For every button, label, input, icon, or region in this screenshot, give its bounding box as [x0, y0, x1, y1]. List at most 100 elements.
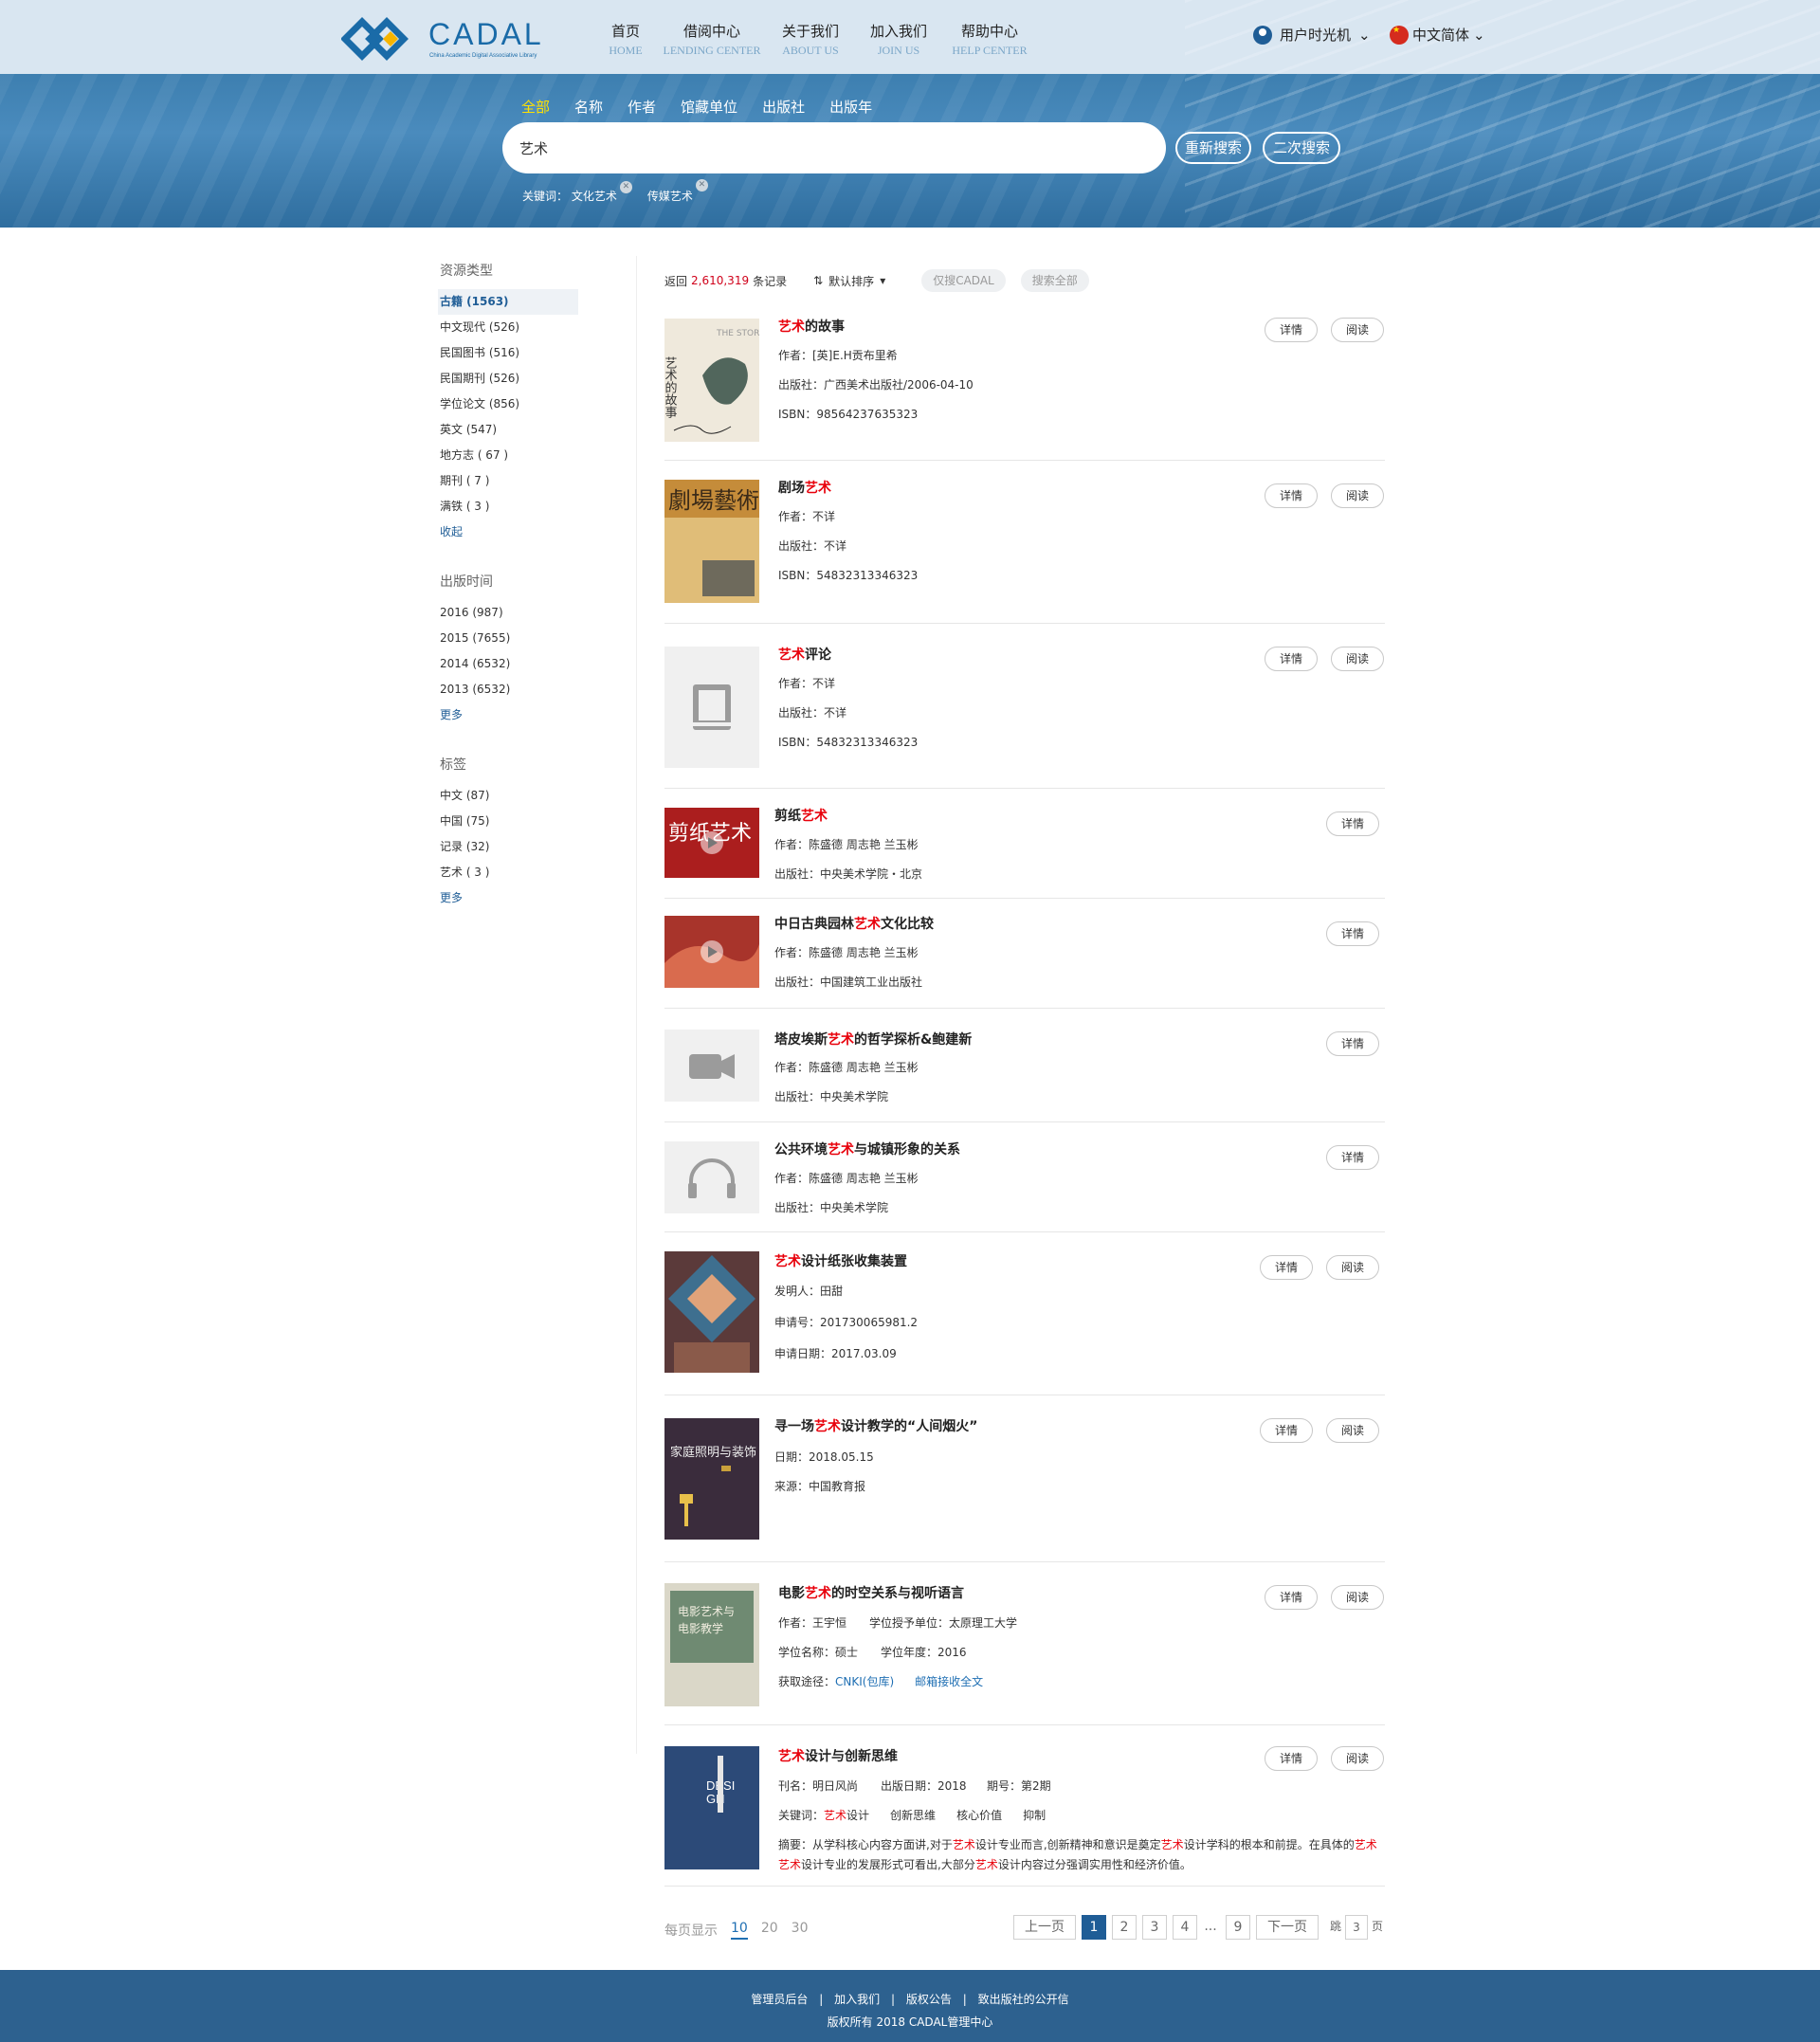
article-image[interactable]: 家庭照明与装饰: [664, 1418, 759, 1540]
user-menu[interactable]: 用户时光机 ⌄: [1253, 25, 1371, 45]
filter-item[interactable]: 中文现代 (526): [438, 315, 628, 340]
page-size-option[interactable]: 20: [761, 1921, 778, 1940]
filter-item[interactable]: 地方志 ( 67 ): [438, 443, 628, 468]
filter-item[interactable]: 中文 (87): [438, 783, 628, 809]
book-cover-placeholder[interactable]: [664, 647, 759, 768]
detail-button[interactable]: 详情: [1265, 318, 1318, 342]
item-title[interactable]: 电影艺术的时空关系与视听语言: [778, 1583, 964, 1602]
search-tab-all[interactable]: 全部: [521, 97, 550, 117]
email-fulltext-link[interactable]: 邮箱接收全文: [915, 1675, 983, 1688]
detail-button[interactable]: 详情: [1260, 1255, 1313, 1280]
research-button[interactable]: 重新搜索: [1175, 132, 1251, 164]
read-button[interactable]: 阅读: [1326, 1418, 1379, 1443]
item-title[interactable]: 塔皮埃斯艺术的哲学探析&鲍建新: [774, 1030, 972, 1048]
nav-lending-center[interactable]: 借阅中心 LENDING CENTER: [660, 21, 764, 58]
secondary-search-button[interactable]: 二次搜索: [1263, 132, 1340, 164]
close-icon[interactable]: ✕: [619, 181, 632, 193]
page-size-option[interactable]: 10: [731, 1921, 748, 1940]
footer-link-admin[interactable]: 管理员后台: [751, 1993, 808, 2006]
detail-button[interactable]: 详情: [1260, 1418, 1313, 1443]
item-title[interactable]: 中日古典园林艺术文化比较: [774, 914, 934, 933]
page-size-option[interactable]: 30: [792, 1921, 809, 1940]
thesis-cover[interactable]: 电影艺术与 电影教学: [664, 1583, 759, 1706]
search-tab-year[interactable]: 出版年: [829, 97, 872, 117]
item-title[interactable]: 公共环境艺术与城镇形象的关系: [774, 1140, 960, 1158]
prev-page-button[interactable]: 上一页: [1013, 1915, 1076, 1940]
filter-item[interactable]: 民国图书 (516): [438, 340, 628, 366]
read-button[interactable]: 阅读: [1331, 647, 1384, 671]
book-cover[interactable]: 艺术的故事 THE STORY: [664, 319, 759, 442]
video-thumbnail[interactable]: [664, 916, 759, 988]
more-link[interactable]: 更多: [438, 702, 628, 728]
video-thumbnail[interactable]: 剪纸艺术: [664, 808, 759, 878]
filter-item[interactable]: 满铁 ( 3 ): [438, 494, 628, 520]
read-button[interactable]: 阅读: [1326, 1255, 1379, 1280]
detail-button[interactable]: 详情: [1265, 1746, 1318, 1771]
filter-item[interactable]: 2013 (6532): [438, 677, 628, 702]
read-button[interactable]: 阅读: [1331, 1585, 1384, 1610]
filter-item[interactable]: 记录 (32): [438, 834, 628, 860]
page-2[interactable]: 2: [1112, 1915, 1137, 1940]
cadal-logo[interactable]: CADAL China Academic Digital Associative…: [340, 15, 555, 63]
nav-help-center[interactable]: 帮助中心 HELP CENTER: [948, 21, 1031, 58]
footer-link-copyright[interactable]: 版权公告: [906, 1993, 952, 2006]
item-title[interactable]: 艺术的故事: [778, 317, 845, 336]
read-button[interactable]: 阅读: [1331, 318, 1384, 342]
filter-item[interactable]: 2016 (987): [438, 600, 628, 626]
item-title[interactable]: 剧场艺术: [778, 478, 831, 497]
detail-button[interactable]: 详情: [1326, 921, 1379, 946]
filter-item[interactable]: 英文 (547): [438, 417, 628, 443]
nav-join-us[interactable]: 加入我们 JOIN US: [864, 21, 933, 58]
audio-placeholder[interactable]: [664, 1141, 759, 1213]
detail-button[interactable]: 详情: [1326, 1145, 1379, 1170]
item-title[interactable]: 艺术设计与创新思维: [778, 1746, 898, 1765]
search-tab-title[interactable]: 名称: [574, 97, 603, 117]
page-9[interactable]: 9: [1226, 1915, 1250, 1940]
read-button[interactable]: 阅读: [1331, 1746, 1384, 1771]
video-placeholder[interactable]: [664, 1030, 759, 1102]
filter-item[interactable]: 2015 (7655): [438, 626, 628, 651]
sort-dropdown[interactable]: ⇅ 默认排序 ▾: [813, 273, 885, 289]
only-cadal-button[interactable]: 仅搜CADAL: [921, 269, 1006, 292]
item-title[interactable]: 艺术评论: [778, 645, 831, 664]
filter-item[interactable]: 2014 (6532): [438, 651, 628, 677]
filter-item[interactable]: 古籍 (1563): [438, 289, 578, 315]
patent-image[interactable]: [664, 1251, 759, 1373]
cnki-link[interactable]: CNKI(包库): [835, 1675, 894, 1688]
detail-button[interactable]: 详情: [1265, 1585, 1318, 1610]
page-4[interactable]: 4: [1173, 1915, 1197, 1940]
filter-item[interactable]: 中国 (75): [438, 809, 628, 834]
detail-button[interactable]: 详情: [1265, 483, 1318, 508]
page-3[interactable]: 3: [1142, 1915, 1167, 1940]
filter-item[interactable]: 期刊 ( 7 ): [438, 468, 628, 494]
collapse-link[interactable]: 收起: [438, 520, 628, 545]
search-all-button[interactable]: 搜索全部: [1020, 269, 1089, 292]
filter-item[interactable]: 学位论文 (856): [438, 392, 628, 417]
keyword-tag[interactable]: 文化艺术 ✕: [572, 181, 632, 203]
search-tab-publisher[interactable]: 出版社: [762, 97, 805, 117]
jump-page-input[interactable]: 3: [1345, 1915, 1368, 1940]
item-title[interactable]: 寻一场艺术设计教学的“人间烟火”: [774, 1416, 977, 1435]
filter-item[interactable]: 艺术 ( 3 ): [438, 860, 628, 885]
detail-button[interactable]: 详情: [1265, 647, 1318, 671]
nav-about-us[interactable]: 关于我们 ABOUT US: [775, 21, 846, 58]
footer-link-join[interactable]: 加入我们: [834, 1993, 880, 2006]
detail-button[interactable]: 详情: [1326, 1031, 1379, 1056]
item-title[interactable]: 艺术设计纸张收集装置: [774, 1251, 907, 1270]
journal-cover[interactable]: DESIGN: [664, 1746, 759, 1869]
keyword-tag[interactable]: 传媒艺术 ✕: [647, 179, 708, 204]
page-1[interactable]: 1: [1082, 1915, 1106, 1940]
close-icon[interactable]: ✕: [695, 179, 708, 191]
search-tab-holding[interactable]: 馆藏单位: [681, 97, 737, 117]
footer-link-open-letter[interactable]: 致出版社的公开信: [978, 1993, 1069, 2006]
item-title[interactable]: 剪纸艺术: [774, 806, 828, 825]
language-selector[interactable]: 中文简体⌄: [1390, 25, 1485, 45]
search-input[interactable]: 艺术: [502, 122, 1166, 173]
detail-button[interactable]: 详情: [1326, 811, 1379, 836]
search-tab-author[interactable]: 作者: [628, 97, 656, 117]
book-cover[interactable]: 劇場藝術: [664, 480, 759, 603]
nav-home[interactable]: 首页 HOME: [607, 21, 645, 58]
next-page-button[interactable]: 下一页: [1256, 1915, 1319, 1940]
filter-item[interactable]: 民国期刊 (526): [438, 366, 628, 392]
more-link[interactable]: 更多: [438, 885, 628, 911]
